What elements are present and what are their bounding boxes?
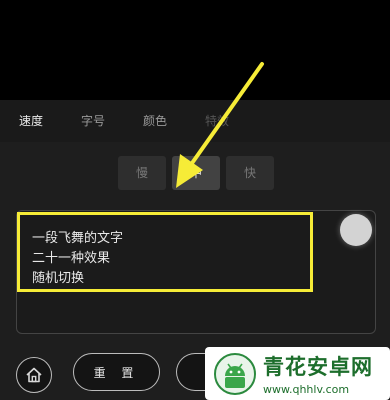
text-lines: 一段飞舞的文字 二十一种效果 随机切换 bbox=[32, 229, 123, 289]
tab-effect[interactable]: 特效 bbox=[194, 100, 240, 142]
watermark: 青花安卓网 www.qhhlv.com bbox=[205, 347, 390, 400]
speed-medium-button[interactable]: 中 bbox=[172, 156, 220, 190]
home-icon bbox=[26, 367, 42, 383]
home-button[interactable] bbox=[16, 357, 52, 393]
slider-knob[interactable] bbox=[340, 214, 372, 246]
settings-tab-bar: 速度 字号 颜色 特效 bbox=[0, 100, 390, 142]
reset-button[interactable]: 重 置 bbox=[73, 353, 160, 391]
text-line: 二十一种效果 bbox=[32, 251, 111, 266]
preview-area bbox=[0, 0, 390, 100]
speed-fast-button[interactable]: 快 bbox=[226, 156, 274, 190]
tab-speed[interactable]: 速度 bbox=[8, 100, 54, 142]
tab-color[interactable]: 颜色 bbox=[132, 100, 178, 142]
watermark-url: www.qhhlv.com bbox=[263, 383, 350, 396]
watermark-title: 青花安卓网 bbox=[263, 355, 373, 379]
text-line: 随机切换 bbox=[32, 271, 85, 286]
android-logo-icon bbox=[214, 352, 256, 395]
speed-slow-button[interactable]: 慢 bbox=[118, 156, 166, 190]
text-line: 一段飞舞的文字 bbox=[32, 231, 124, 246]
tab-font-size[interactable]: 字号 bbox=[70, 100, 116, 142]
